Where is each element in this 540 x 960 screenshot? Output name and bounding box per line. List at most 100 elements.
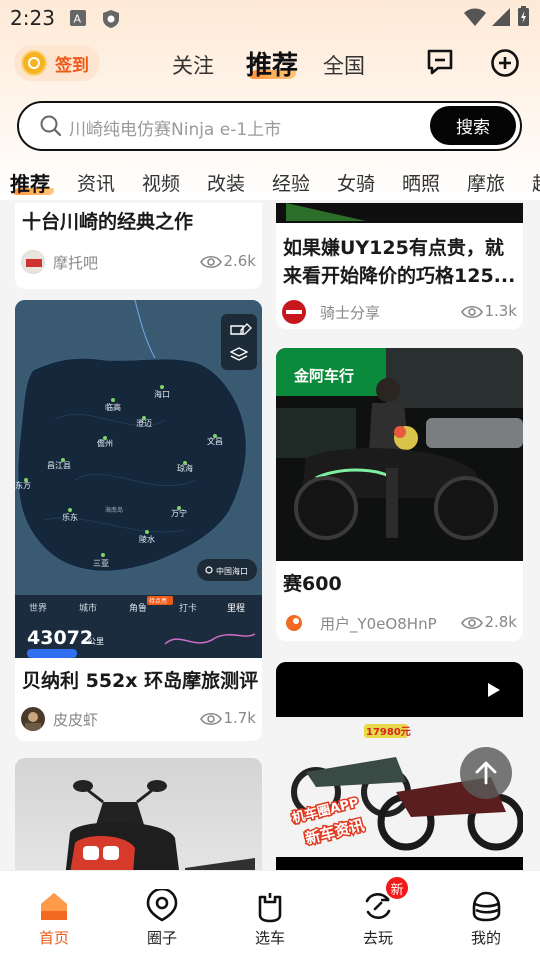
nav-circle[interactable]: 圈子 <box>108 871 216 960</box>
signal-icon <box>492 8 510 26</box>
search-button[interactable]: 搜索 <box>430 106 516 145</box>
avatar <box>282 300 306 324</box>
card-views: 2.6k <box>223 252 256 270</box>
bottom-navigation: 首页 圈子 选车 新 去玩 我的 <box>0 870 540 960</box>
feed: 十台川崎的经典之作 摩托吧 2.6k 海口 临高 澄迈 儋州 文昌 昌江县 琼海… <box>0 203 540 870</box>
map-label: 东方 <box>15 480 31 490</box>
arrow-up-icon <box>475 761 497 785</box>
category-photos[interactable]: 晒照 <box>402 169 440 196</box>
avatar <box>21 707 45 731</box>
nav-label: 首页 <box>38 929 69 947</box>
feed-card[interactable] <box>15 758 262 870</box>
nav-label: 圈子 <box>146 929 177 947</box>
tab-recommend[interactable]: 推荐 <box>246 45 298 82</box>
nav-play[interactable]: 新 去玩 <box>324 871 432 960</box>
map-label: 海口 <box>154 389 170 399</box>
card-title: 赛600 <box>283 573 342 595</box>
map-tab: 角鲁 <box>129 602 147 614</box>
status-bar: 2:23 A <box>0 0 540 36</box>
feed-card[interactable]: 金阿车行 赛600 用户_Y0eO8HnP 2.8k <box>276 348 523 641</box>
map-label: 三亚 <box>93 559 109 568</box>
home-icon <box>41 893 67 920</box>
feed-card[interactable]: 如果嫌UY125有点贵，就来看开始降价的巧格125... 骑士分享 1.3k <box>276 203 523 329</box>
map-mileage: 43072 <box>27 627 93 649</box>
signin-label: 签到 <box>55 55 89 76</box>
card-image-map: 海口 临高 澄迈 儋州 文昌 昌江县 琼海 东方 乐东 海南岛 万宁 陵水 三亚 <box>15 300 262 658</box>
battery-icon <box>518 6 529 26</box>
scroll-to-top-button[interactable] <box>460 747 512 799</box>
avatar <box>282 611 306 635</box>
eye-icon <box>200 712 222 726</box>
category-offroad[interactable]: 越 <box>532 169 540 196</box>
feed-card[interactable]: 十台川崎的经典之作 摩托吧 2.6k <box>15 203 262 289</box>
map-label: 万宁 <box>171 508 187 518</box>
map-tab: 打卡 <box>179 602 197 614</box>
category-female-rider[interactable]: 女骑 <box>337 169 375 196</box>
search-input[interactable]: 川崎纯电仿赛Ninja e-1上市 <box>69 115 281 140</box>
svg-text:A: A <box>74 13 82 26</box>
category-tabs: 推荐 资讯 视频 改装 经验 女骑 晒照 摩旅 越 <box>0 160 540 202</box>
nav-select-car[interactable]: 选车 <box>216 871 324 960</box>
price-tag: 17980元 <box>366 726 411 738</box>
nav-label: 我的 <box>470 929 501 947</box>
map-tab: 世界 <box>29 602 47 614</box>
card-image: 金阿车行 <box>276 348 523 561</box>
card-title: 贝纳利 552x 环岛摩旅测评 <box>22 670 259 692</box>
category-modify[interactable]: 改装 <box>207 169 245 196</box>
card-meta: 皮皮虾 1.7k <box>21 707 256 731</box>
shield-status-icon <box>103 10 119 28</box>
card-views: 1.7k <box>223 709 256 727</box>
eye-icon <box>461 616 483 630</box>
search-icon <box>40 115 62 137</box>
card-meta: 用户_Y0eO8HnP 2.8k <box>282 611 517 635</box>
map-label: 儋州 <box>97 438 113 448</box>
play-icon[interactable] <box>487 682 501 698</box>
new-badge: 新 <box>384 875 410 901</box>
map-label: 乐东 <box>62 512 78 522</box>
map-tab: 里程 <box>227 603 245 614</box>
card-image <box>276 203 523 223</box>
category-experience[interactable]: 经验 <box>272 169 310 196</box>
status-time: 2:23 <box>10 6 55 30</box>
nav-mine[interactable]: 我的 <box>432 871 540 960</box>
search-bar: 川崎纯电仿赛Ninja e-1上市 搜索 <box>17 101 522 151</box>
map-label: 琼海 <box>177 463 193 473</box>
garage-icon <box>258 893 282 923</box>
map-label: 临高 <box>105 402 121 412</box>
card-meta: 摩托吧 2.6k <box>21 250 256 274</box>
map-mileage-unit: 公里 <box>88 637 104 646</box>
map-label: 海南岛 <box>105 506 123 514</box>
card-meta: 骑士分享 1.3k <box>282 300 517 324</box>
card-views: 2.8k <box>484 613 517 631</box>
nav-label: 选车 <box>254 929 285 947</box>
card-author: 骑士分享 <box>320 304 381 322</box>
app-notification-icon: A <box>70 10 86 26</box>
card-author: 摩托吧 <box>53 254 99 272</box>
nav-label: 去玩 <box>362 929 393 947</box>
message-icon[interactable] <box>426 48 454 76</box>
map-illustration: 海口 临高 澄迈 儋州 文昌 昌江县 琼海 东方 乐东 海南岛 万宁 陵水 三亚 <box>15 300 262 658</box>
tab-follow[interactable]: 关注 <box>172 50 214 80</box>
card-author: 皮皮虾 <box>53 711 99 729</box>
feed-card[interactable]: 海口 临高 澄迈 儋州 文昌 昌江县 琼海 东方 乐东 海南岛 万宁 陵水 三亚 <box>15 300 262 741</box>
card-author: 用户_Y0eO8HnP <box>320 615 437 633</box>
card-title: 如果嫌UY125有点贵，就来看开始降价的巧格125... <box>283 237 516 287</box>
signin-button[interactable]: 签到 <box>14 45 100 81</box>
header: 签到 关注 推荐 全国 <box>0 40 540 88</box>
tab-nationwide[interactable]: 全国 <box>323 50 365 80</box>
helmet-icon <box>472 891 501 922</box>
category-recommend[interactable]: 推荐 <box>10 168 50 197</box>
wifi-icon <box>464 8 486 26</box>
category-video[interactable]: 视频 <box>142 169 180 196</box>
category-news[interactable]: 资讯 <box>77 169 115 196</box>
map-badge: 待点亮 <box>149 597 167 605</box>
nav-home[interactable]: 首页 <box>0 871 108 960</box>
card-title: 十台川崎的经典之作 <box>22 211 194 233</box>
card-image <box>15 758 262 870</box>
map-label: 昌江县 <box>47 461 71 470</box>
category-moto-travel[interactable]: 摩旅 <box>467 169 505 196</box>
add-icon[interactable] <box>490 48 520 78</box>
shop-sign: 金阿车行 <box>293 367 354 385</box>
eye-icon <box>200 255 222 269</box>
circle-icon <box>146 889 178 922</box>
